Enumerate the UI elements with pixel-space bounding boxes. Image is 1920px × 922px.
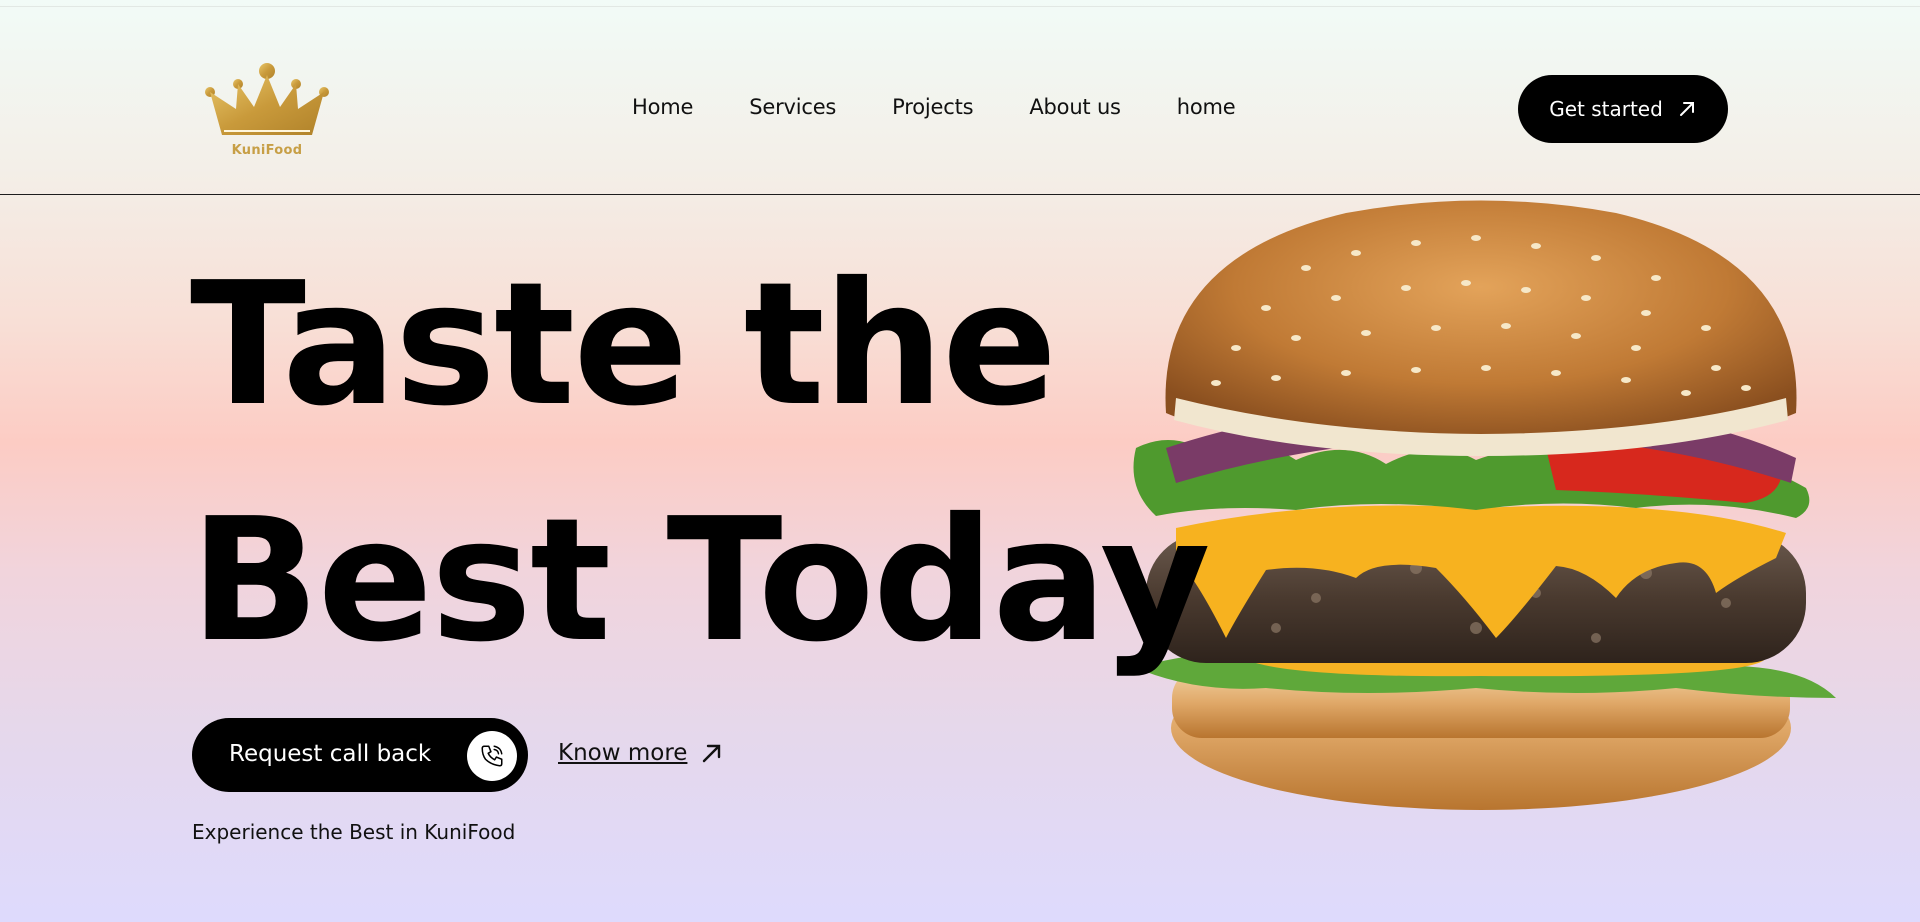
hero-title-line-2: Best Today xyxy=(190,482,1211,680)
nav-item-projects[interactable]: Projects xyxy=(892,95,973,119)
request-call-back-button[interactable]: Request call back xyxy=(192,718,528,792)
crown-icon xyxy=(205,63,329,135)
nav-item-home-secondary[interactable]: home xyxy=(1177,95,1236,119)
logo-wordmark: KuniFood xyxy=(231,143,303,158)
arrow-up-right-icon xyxy=(1679,102,1694,116)
nav-item-home[interactable]: Home xyxy=(632,95,693,119)
hero-title-line-1: Taste the xyxy=(190,246,1057,444)
kunifood-logo[interactable]: KuniFood xyxy=(200,59,334,169)
burger-image xyxy=(1133,200,1836,810)
know-more-link[interactable]: Know more xyxy=(558,740,723,766)
get-started-label: Get started xyxy=(1549,97,1663,121)
main-nav: Home Services Projects About us home xyxy=(632,95,1236,119)
know-more-label: Know more xyxy=(558,740,688,766)
request-call-back-label: Request call back xyxy=(229,741,432,767)
hero-tagline: Experience the Best in KuniFood xyxy=(192,820,516,844)
get-started-button[interactable]: Get started xyxy=(1518,75,1728,143)
nav-item-about-us[interactable]: About us xyxy=(1029,95,1121,119)
phone-icon xyxy=(467,731,517,781)
site-header: KuniFood Home Services Projects About us… xyxy=(0,7,1920,195)
arrow-up-right-icon xyxy=(703,744,721,763)
nav-item-services[interactable]: Services xyxy=(749,95,836,119)
